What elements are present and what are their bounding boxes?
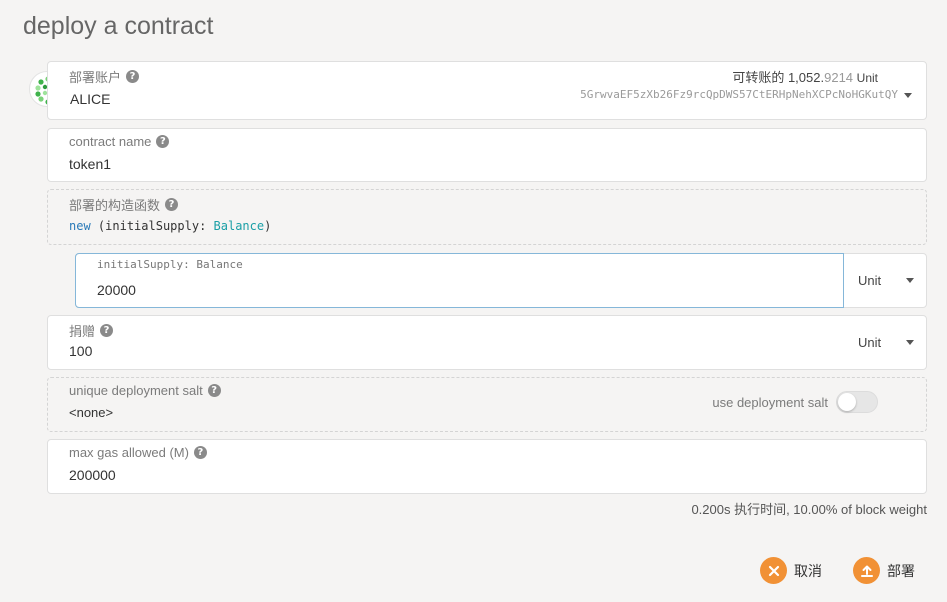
endowment-label: 捐赠 [69,324,96,339]
contract-name-field[interactable]: contract name ? token1 [47,128,927,182]
constructor-label: 部署的构造函数 [69,198,161,213]
chevron-down-icon [906,278,914,283]
salt-value: <none> [69,405,114,420]
initial-supply-label: initialSupply: Balance [97,258,243,271]
constructor-signature: new (initialSupply: Balance) [69,219,272,233]
help-icon[interactable]: ? [193,446,207,459]
salt-label: unique deployment salt [69,383,203,398]
deploy-button[interactable]: 部署 [853,557,915,584]
transferable-balance: 可转账的 1,052.9214 Unit [732,70,878,85]
endowment-input[interactable]: 100 [69,343,92,359]
endowment-unit-select[interactable]: Unit [842,316,926,369]
gas-field[interactable]: max gas allowed (M) ? 200000 [47,439,927,494]
initial-supply-field[interactable]: initialSupply: Balance 20000 Unit [75,253,927,308]
salt-field[interactable]: unique deployment salt ? <none> use depl… [47,377,927,432]
help-icon[interactable]: ? [156,135,170,148]
gas-label: max gas allowed (M) [69,445,189,460]
page-title: deploy a contract [23,12,214,40]
help-icon[interactable]: ? [165,198,179,211]
account-name: ALICE [70,91,111,107]
help-icon[interactable]: ? [100,324,114,337]
cancel-button[interactable]: 取消 [760,557,822,584]
upload-icon [853,557,880,584]
contract-name-label: contract name [69,134,152,149]
close-icon [760,557,787,584]
endowment-field[interactable]: 捐赠 ? 100 Unit [47,315,927,370]
chevron-down-icon [906,340,914,345]
help-icon[interactable]: ? [126,70,140,83]
initial-supply-input[interactable]: 20000 [97,282,136,298]
contract-name-value[interactable]: token1 [69,156,111,172]
salt-toggle-group[interactable]: use deployment salt [712,391,878,413]
account-address: 5GrwvaEF5zXb26Fz9rcQpDWS57CtERHpNehXCPcN… [580,88,898,101]
salt-toggle[interactable] [836,391,878,413]
constructor-field[interactable]: 部署的构造函数 ? new (initialSupply: Balance) [47,189,927,245]
gas-input[interactable]: 200000 [69,467,116,483]
account-label: 部署账户 [69,70,122,85]
chevron-down-icon[interactable] [904,93,912,98]
account-selector[interactable]: 部署账户 ? ALICE 可转账的 1,052.9214 Unit 5Grwva… [47,61,927,120]
help-icon[interactable]: ? [207,384,221,397]
weight-info: 0.200s 执行时间, 10.00% of block weight [691,502,927,517]
initial-supply-unit-select[interactable]: Unit [842,254,926,307]
salt-toggle-label: use deployment salt [712,394,828,410]
